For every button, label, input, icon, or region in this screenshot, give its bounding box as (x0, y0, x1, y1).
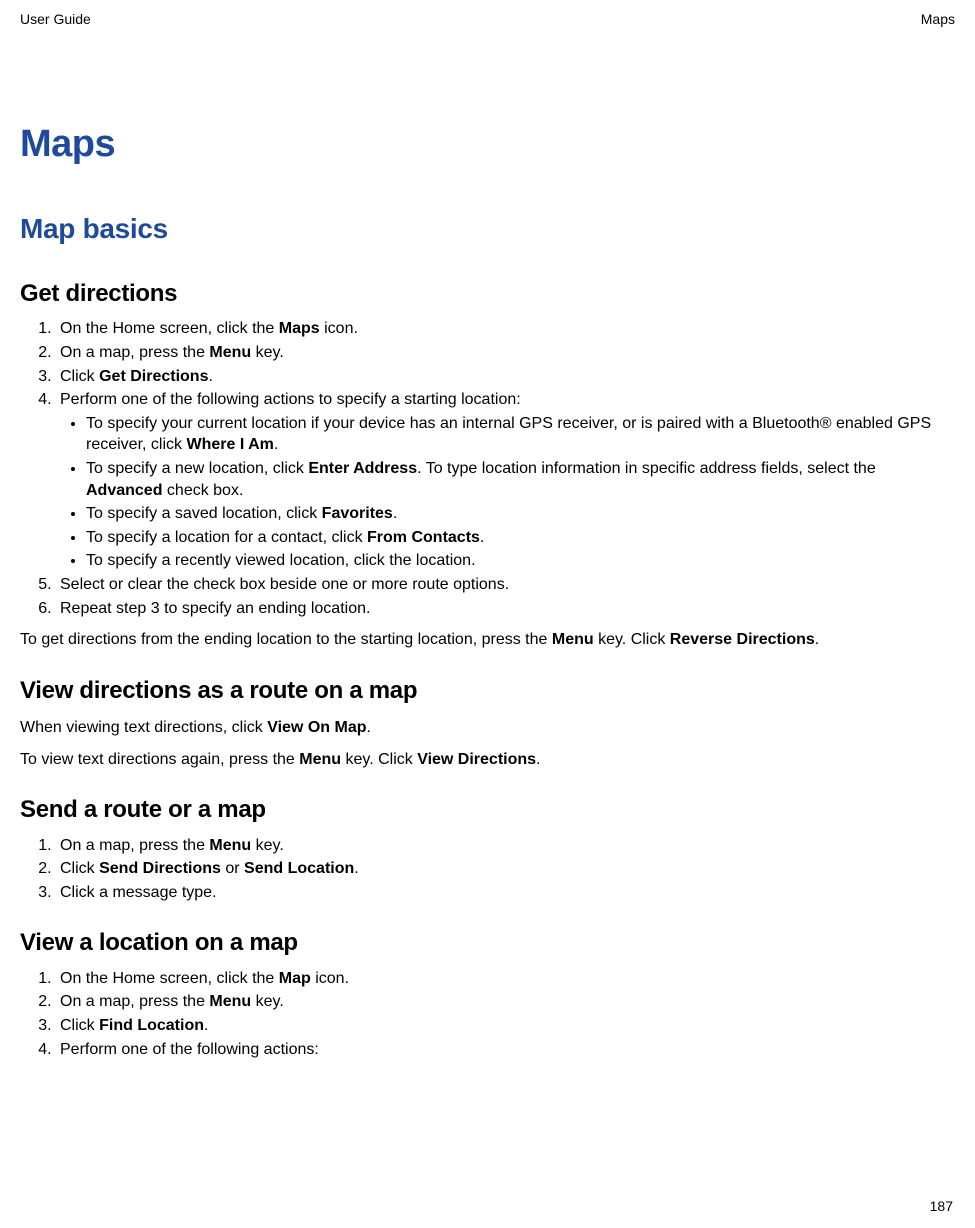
text: To specify a recently viewed location, c… (86, 552, 476, 569)
text: key. (251, 993, 284, 1010)
text: Click (60, 368, 99, 385)
paragraph: When viewing text directions, click View… (20, 717, 955, 739)
text: key. Click (594, 631, 670, 648)
bold-text: Find Location (99, 1017, 204, 1034)
bold-text: Menu (552, 631, 594, 648)
send-route-steps: On a map, press the Menu key. Click Send… (20, 835, 955, 904)
text: Perform one of the following actions to … (60, 391, 521, 408)
text: To view text directions again, press the (20, 751, 299, 768)
bold-text: Send Location (244, 860, 354, 877)
list-item: Select or clear the check box beside one… (56, 574, 955, 596)
list-item: Perform one of the following actions: (56, 1039, 955, 1061)
text: icon. (311, 970, 349, 987)
text: icon. (320, 320, 358, 337)
paragraph: To get directions from the ending locati… (20, 629, 955, 651)
list-item: Repeat step 3 to specify an ending locat… (56, 598, 955, 620)
chapter-title: Maps (20, 119, 955, 170)
list-item: On a map, press the Menu key. (56, 342, 955, 364)
paragraph: To view text directions again, press the… (20, 749, 955, 771)
text: . (366, 719, 370, 736)
text: . (815, 631, 819, 648)
bold-text: Favorites (322, 505, 393, 522)
text: . To type location information in specif… (417, 460, 876, 477)
bold-text: Menu (209, 837, 251, 854)
bold-text: Advanced (86, 482, 162, 499)
topic-send-route-title: Send a route or a map (20, 794, 955, 826)
text: or (221, 860, 244, 877)
text: . (274, 436, 278, 453)
text: On a map, press the (60, 837, 209, 854)
list-item: Click Get Directions. (56, 366, 955, 388)
bold-text: Maps (279, 320, 320, 337)
bold-text: Enter Address (308, 460, 417, 477)
list-item: To specify your current location if your… (86, 413, 955, 456)
list-item: On a map, press the Menu key. (56, 835, 955, 857)
header-right: Maps (921, 10, 955, 29)
list-item: Click Find Location. (56, 1015, 955, 1037)
list-item: To specify a location for a contact, cli… (86, 527, 955, 549)
topic-get-directions-title: Get directions (20, 278, 955, 310)
bold-text: Menu (299, 751, 341, 768)
list-item: To specify a saved location, click Favor… (86, 503, 955, 525)
list-item: Perform one of the following actions to … (56, 389, 955, 572)
text: . (354, 860, 358, 877)
bold-text: Map (279, 970, 311, 987)
text: Select or clear the check box beside one… (60, 576, 509, 593)
list-item: To specify a recently viewed location, c… (86, 550, 955, 572)
text: Repeat step 3 to specify an ending locat… (60, 600, 370, 617)
text: When viewing text directions, click (20, 719, 267, 736)
page-container: User Guide Maps Maps Map basics Get dire… (0, 0, 975, 1228)
header-left: User Guide (20, 10, 91, 29)
bold-text: Reverse Directions (670, 631, 815, 648)
list-item: Click Send Directions or Send Location. (56, 858, 955, 880)
topic-view-location-title: View a location on a map (20, 927, 955, 959)
text: To specify a location for a contact, cli… (86, 529, 367, 546)
section-title: Map basics (20, 210, 955, 248)
list-item: On the Home screen, click the Map icon. (56, 968, 955, 990)
text: On a map, press the (60, 993, 209, 1010)
text: . (536, 751, 540, 768)
text: . (480, 529, 484, 546)
list-item: Click a message type. (56, 882, 955, 904)
text: On the Home screen, click the (60, 970, 279, 987)
text: On a map, press the (60, 344, 209, 361)
text: To get directions from the ending locati… (20, 631, 552, 648)
bold-text: Where I Am (186, 436, 273, 453)
bold-text: Menu (209, 344, 251, 361)
text: . (208, 368, 212, 385)
bold-text: View On Map (267, 719, 366, 736)
bold-text: View Directions (417, 751, 536, 768)
sub-bullets: To specify your current location if your… (60, 413, 955, 572)
text: key. (251, 837, 284, 854)
text: Click a message type. (60, 884, 217, 901)
running-header: User Guide Maps (20, 10, 955, 29)
list-item: To specify a new location, click Enter A… (86, 458, 955, 501)
view-location-steps: On the Home screen, click the Map icon. … (20, 968, 955, 1060)
text: . (393, 505, 397, 522)
text: On the Home screen, click the (60, 320, 279, 337)
text: Click (60, 860, 99, 877)
text: To specify a new location, click (86, 460, 308, 477)
bold-text: Menu (209, 993, 251, 1010)
list-item: On the Home screen, click the Maps icon. (56, 318, 955, 340)
text: key. Click (341, 751, 417, 768)
text: To specify a saved location, click (86, 505, 322, 522)
text: check box. (162, 482, 243, 499)
list-item: On a map, press the Menu key. (56, 991, 955, 1013)
bold-text: From Contacts (367, 529, 480, 546)
bold-text: Get Directions (99, 368, 208, 385)
text: Click (60, 1017, 99, 1034)
text: . (204, 1017, 208, 1034)
get-directions-steps: On the Home screen, click the Maps icon.… (20, 318, 955, 619)
text: key. (251, 344, 284, 361)
text: Perform one of the following actions: (60, 1041, 319, 1058)
bold-text: Send Directions (99, 860, 221, 877)
page-number: 187 (930, 1197, 953, 1216)
topic-view-route-title: View directions as a route on a map (20, 675, 955, 707)
